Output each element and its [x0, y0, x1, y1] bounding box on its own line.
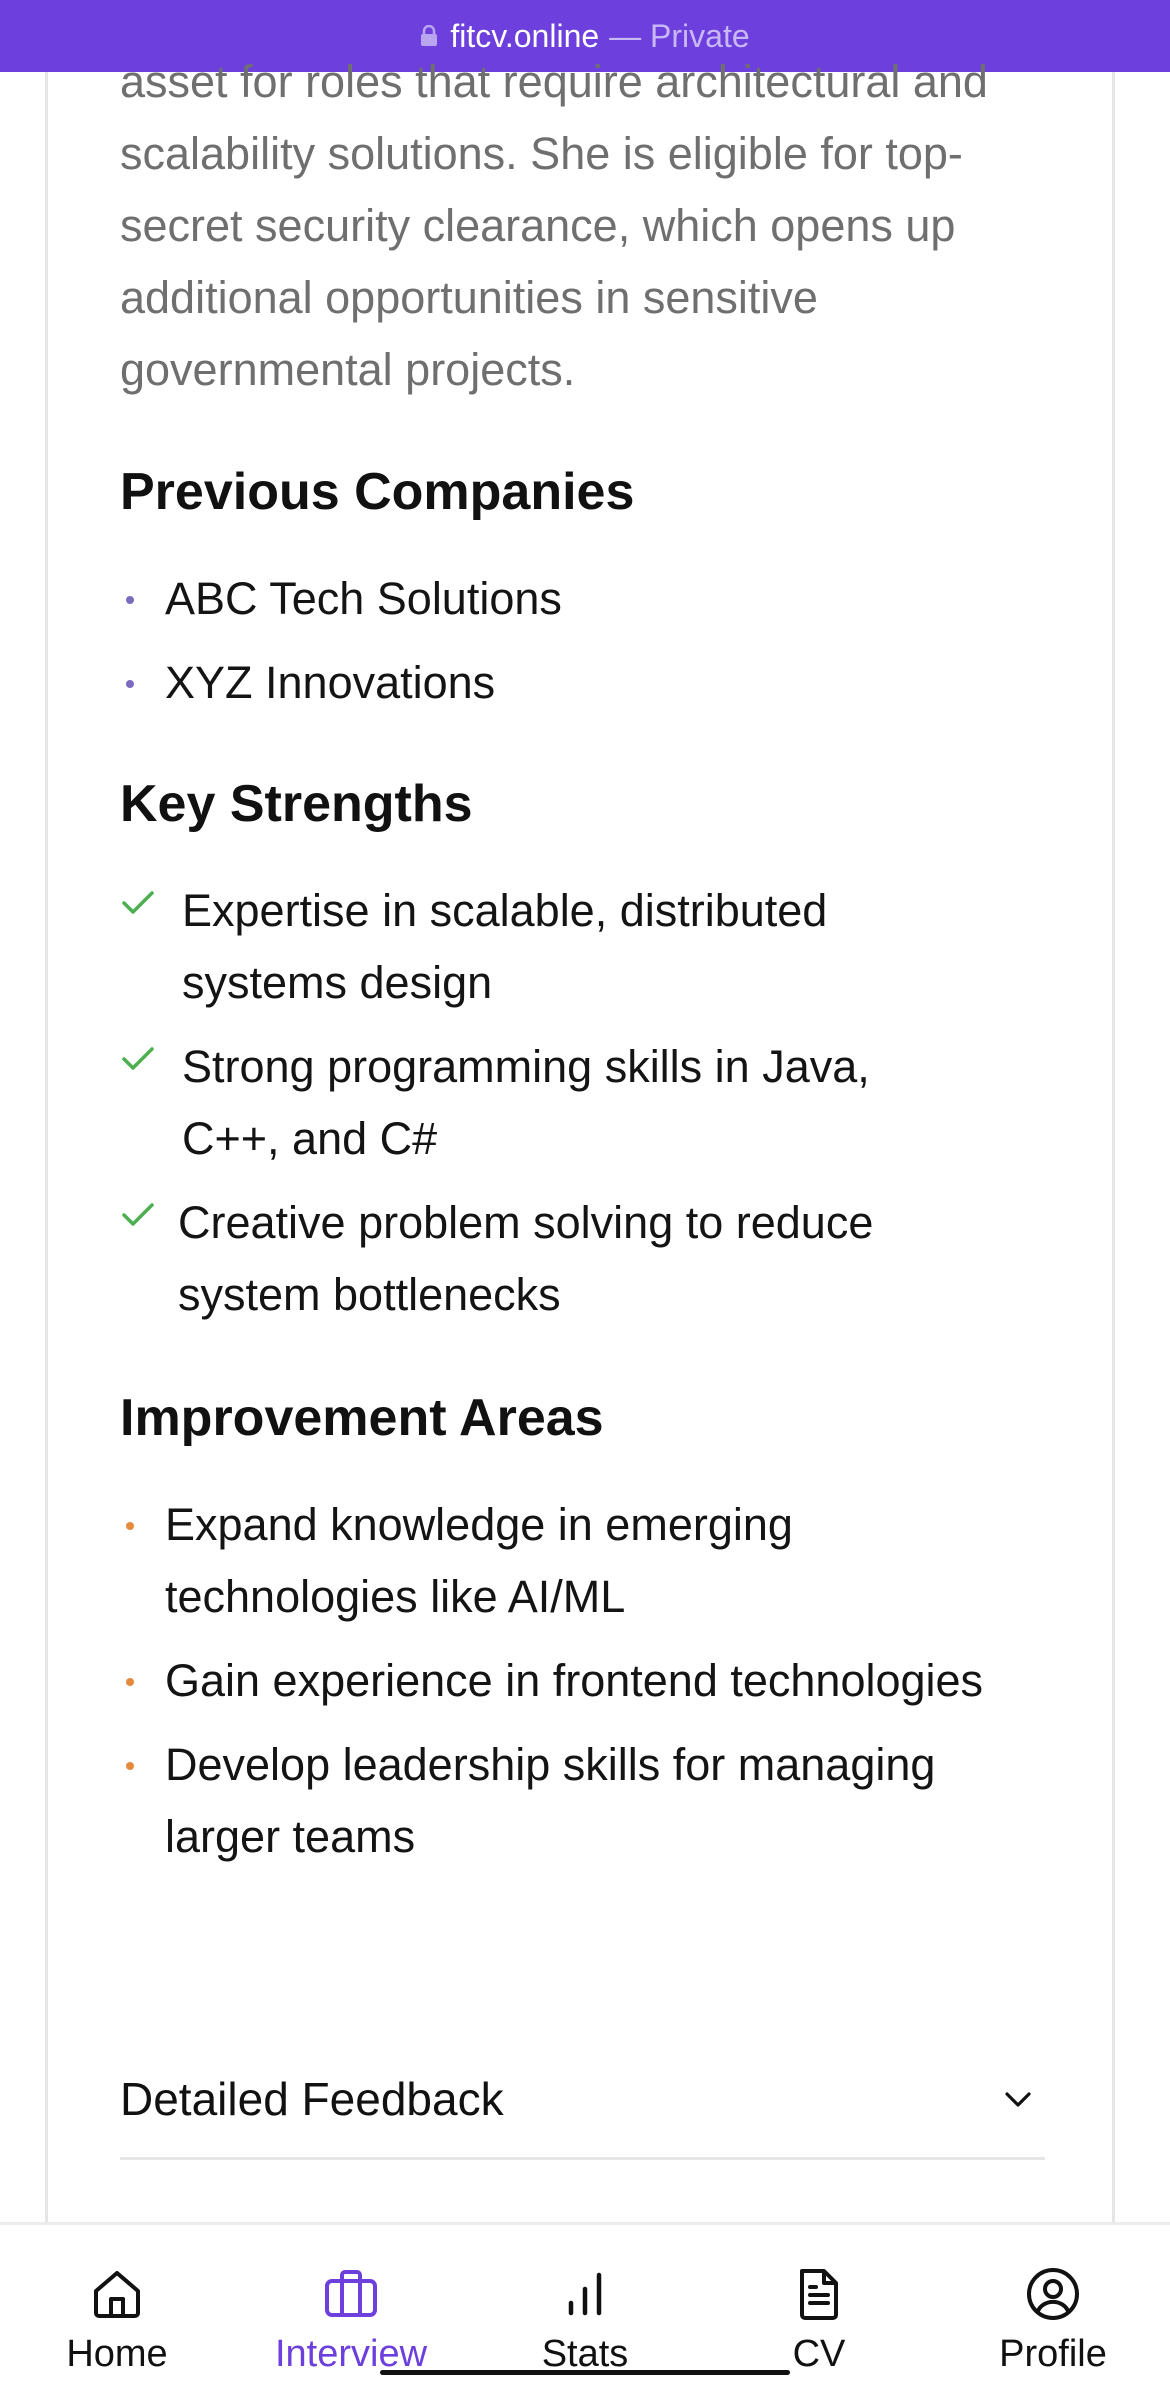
lock-icon [421, 25, 438, 46]
home-icon [94, 2271, 140, 2318]
list-item: Expand knowledge in emerging technologie… [120, 1489, 1050, 1633]
bullet-icon [126, 596, 134, 604]
previous-companies-list: ABC Tech Solutions XYZ Innovations [120, 563, 1060, 731]
improvement-areas-list: Expand knowledge in emerging technologie… [120, 1489, 1050, 1885]
list-item: Creative problem solving to reduce syste… [120, 1187, 960, 1331]
company-name: ABC Tech Solutions [165, 573, 562, 624]
briefcase-icon [325, 2270, 377, 2317]
list-item: Develop leadership skills for managing l… [120, 1729, 1050, 1873]
tab-label: Profile [999, 2333, 1107, 2375]
tab-label: Home [66, 2333, 168, 2375]
detailed-feedback-accordion[interactable]: Detailed Feedback [120, 2040, 1045, 2160]
strength-text: Strong programming skills in Java, C++, … [182, 1041, 870, 1164]
bullet-icon [126, 1678, 134, 1686]
document-icon [800, 2269, 838, 2320]
key-strengths-heading: Key Strengths [120, 775, 473, 833]
strength-text: Expertise in scalable, distributed syste… [182, 885, 828, 1008]
bullet-icon [126, 680, 134, 688]
bar-chart-icon [568, 2272, 602, 2316]
tab-stats[interactable]: Stats [468, 2225, 702, 2381]
improvement-areas-heading: Improvement Areas [120, 1389, 604, 1447]
improvement-text: Gain experience in frontend technologies [165, 1655, 984, 1706]
list-item: Expertise in scalable, distributed syste… [120, 875, 960, 1019]
tab-interview[interactable]: Interview [234, 2225, 468, 2381]
tab-home[interactable]: Home [0, 2225, 234, 2381]
chevron-down-icon[interactable] [1001, 2082, 1035, 2116]
list-item: XYZ Innovations [120, 647, 1060, 719]
check-icon [122, 1203, 154, 1226]
improvement-text: Expand knowledge in emerging technologie… [165, 1499, 793, 1622]
check-icon [122, 1047, 154, 1070]
tab-cv[interactable]: CV [702, 2225, 936, 2381]
summary-text: asset for roles that require architectur… [120, 56, 988, 395]
home-indicator[interactable] [380, 2370, 790, 2375]
list-item: ABC Tech Solutions [120, 563, 1060, 635]
previous-companies-heading: Previous Companies [120, 463, 635, 521]
detailed-feedback-label: Detailed Feedback [120, 2072, 504, 2125]
tab-label: CV [792, 2333, 846, 2375]
bullet-icon [126, 1762, 134, 1770]
tab-profile[interactable]: Profile [936, 2225, 1170, 2381]
list-item: Strong programming skills in Java, C++, … [120, 1031, 960, 1175]
company-name: XYZ Innovations [165, 657, 496, 708]
bullet-icon [126, 1522, 134, 1530]
improvement-text: Develop leadership skills for managing l… [165, 1739, 936, 1862]
strength-text: Creative problem solving to reduce syste… [178, 1197, 874, 1320]
user-circle-icon [1027, 2268, 1079, 2320]
key-strengths-list: Expertise in scalable, distributed syste… [120, 875, 960, 1343]
list-item: Gain experience in frontend technologies [120, 1645, 1050, 1717]
check-icon [122, 891, 154, 914]
bottom-tab-bar: Home Interview Stats CV Profile [0, 2222, 1170, 2378]
